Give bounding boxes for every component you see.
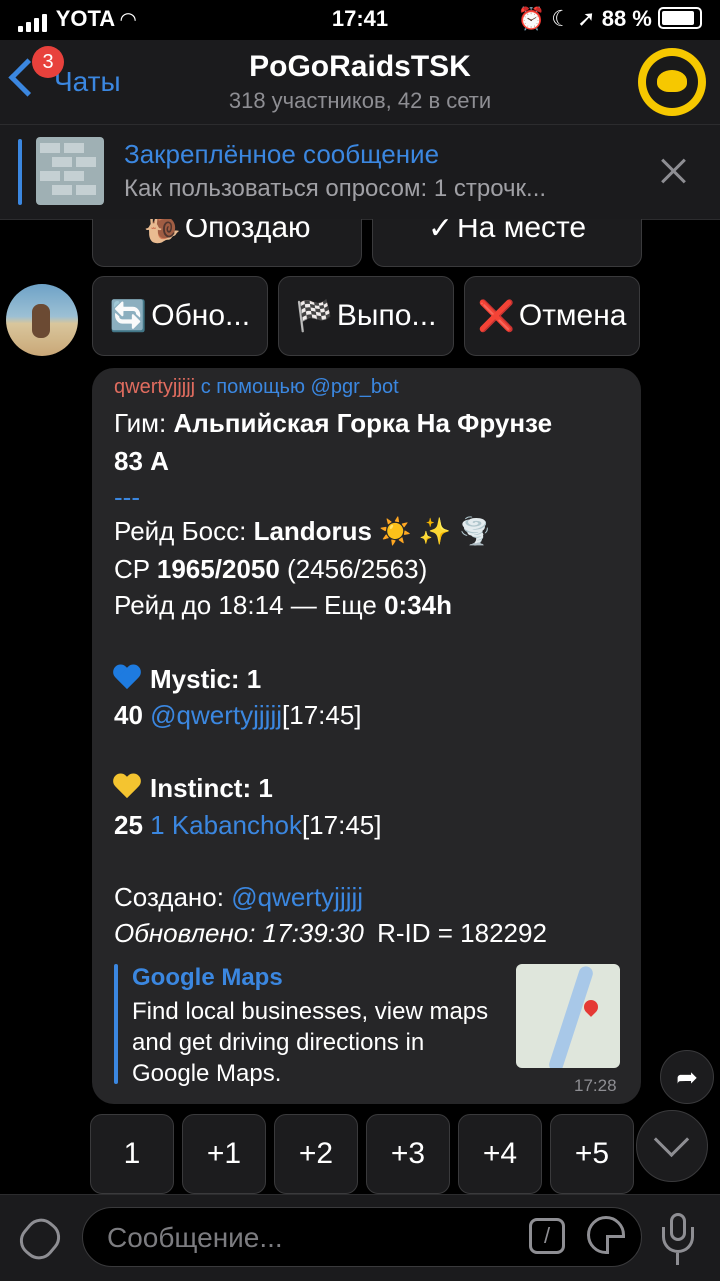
cp-value: 1965/2050 (156, 554, 280, 584)
team-instinct: Instinct: 1 (150, 773, 273, 803)
raid-left: 0:34h (384, 590, 452, 620)
arrived-button[interactable]: ✓ На месте (372, 219, 642, 267)
pinned-title: Закреплённое сообщение (124, 139, 440, 169)
yellow-heart-icon (114, 774, 140, 800)
instinct-level: 25 (114, 810, 143, 840)
avatar[interactable] (6, 284, 78, 356)
cp-line: CP 1965/2050 (2456/2563) (114, 554, 427, 585)
chat-header: Чаты 3 PoGoRaidsTSK 318 участников, 42 в… (0, 40, 720, 124)
via-text: с помощью (200, 376, 305, 398)
boss-line: Рейд Босс: Landorus ☀️ ✨ 🌪️ (114, 516, 491, 547)
mystic-time: [17:45] (282, 700, 362, 730)
scroll-down-button[interactable] (636, 1110, 708, 1182)
created-line: Создано: @qwertyjjjjj (114, 882, 363, 913)
message-sender: qwertyjjjjj с помощью @pgr_bot (114, 376, 399, 399)
close-icon[interactable] (658, 155, 690, 187)
created-label: Создано: (114, 882, 224, 912)
cp-label: CP (114, 554, 150, 584)
chat-title[interactable]: PoGoRaidsTSK (0, 50, 720, 84)
vote-button-plus4[interactable]: +4 (458, 1114, 542, 1194)
separator: --- (114, 482, 140, 512)
done-button[interactable]: 🏁 Выпо... (278, 276, 454, 356)
share-icon: ➦ (676, 1061, 698, 1092)
mystic-member: 40 @qwertyjjjjj[17:45] (114, 700, 362, 731)
boss-name: Landorus (253, 516, 373, 546)
snail-icon: 🐌 (143, 219, 181, 245)
status-right: ⏰ ☾ ➚ 88 % (518, 6, 702, 32)
cancel-label: Отмена (518, 299, 627, 332)
blue-heart-icon (114, 665, 140, 691)
battery-icon (658, 7, 702, 29)
mystic-level: 40 (114, 700, 143, 730)
weather-icon: ☀️ ✨ 🌪️ (379, 516, 491, 546)
vote-button-plus2[interactable]: +2 (274, 1114, 358, 1194)
pinned-text: Как пользоваться опросом: 1 строчк... (124, 175, 547, 202)
mystic-line: Mystic: 1 (114, 664, 261, 695)
cross-icon: ❌ (477, 299, 515, 333)
attach-icon[interactable] (13, 1212, 67, 1266)
mystic-user-link[interactable]: @qwertyjjjjj (150, 700, 282, 730)
map-thumbnail[interactable] (516, 964, 620, 1068)
updated-text: Обновлено: 17:39:30 (114, 918, 364, 948)
alarm-icon: ⏰ (517, 6, 546, 31)
arrived-label: На месте (457, 219, 587, 244)
link-preview-title[interactable]: Google Maps (132, 964, 283, 992)
instinct-user-link[interactable]: 1 Kabanchok (150, 810, 302, 840)
vote-button-plus3[interactable]: +3 (366, 1114, 450, 1194)
instinct-member: 25 1 Kabanchok[17:45] (114, 810, 381, 841)
checkered-flag-icon: 🏁 (295, 299, 333, 333)
via-bot[interactable]: @pgr_bot (311, 376, 399, 398)
sticker-icon[interactable] (587, 1216, 625, 1254)
chat-subtitle: 318 участников, 42 в сети (228, 88, 492, 113)
late-button[interactable]: 🐌 Опоздаю (92, 219, 362, 267)
pinned-message[interactable]: Закреплённое сообщение Как пользоваться … (0, 124, 720, 220)
input-bar: / (0, 1194, 720, 1281)
raid-time-line: Рейд до 18:14 — Еще 0:34h (114, 590, 452, 621)
cp-extra: (2456/2563) (287, 554, 428, 584)
late-label: Опоздаю (184, 219, 311, 244)
bot-command-icon[interactable]: / (529, 1218, 565, 1254)
microphone-icon[interactable] (662, 1213, 694, 1267)
chevron-down-icon (653, 1121, 690, 1158)
done-label: Выпо... (336, 299, 437, 332)
message-input[interactable] (105, 1218, 509, 1258)
gym-name-2: 83 А (114, 446, 169, 476)
cancel-button[interactable]: ❌ Отмена (464, 276, 640, 356)
moon-icon: ☾ (551, 6, 572, 31)
location-icon: ➚ (577, 6, 596, 31)
link-preview-description: Find local businesses, view maps and get… (132, 998, 489, 1087)
instinct-line: Instinct: 1 (114, 773, 273, 804)
gym-line: Гим: Альпийская Горка На Фрунзе (114, 408, 552, 439)
share-button[interactable]: ➦ (660, 1050, 714, 1104)
sender-name[interactable]: qwertyjjjjj (114, 376, 195, 398)
raid-id: R-ID = 182292 (377, 918, 547, 948)
keyboard-top-row: 🐌 Опоздаю ✓ На месте (0, 219, 720, 269)
refresh-label: Обно... (151, 299, 251, 332)
refresh-icon: 🔄 (109, 299, 148, 333)
refresh-button[interactable]: 🔄 Обно... (92, 276, 268, 356)
battery-percent: 88 % (601, 6, 652, 31)
check-icon: ✓ (427, 219, 454, 245)
instinct-time: [17:45] (301, 810, 382, 840)
group-avatar[interactable] (638, 48, 706, 116)
link-preview-bar (114, 964, 118, 1084)
vote-button-plus5[interactable]: +5 (550, 1114, 634, 1194)
team-mystic: Mystic: 1 (150, 664, 262, 694)
status-bar: YOTA ◠ 17:41 ⏰ ☾ ➚ 88 % (0, 0, 720, 40)
gym-label: Гим: (114, 408, 167, 438)
pinned-thumbnail (36, 137, 104, 205)
created-user-link[interactable]: @qwertyjjjjj (231, 882, 363, 912)
message-input-wrapper: / (82, 1207, 642, 1267)
updated-line: Обновлено: 17:39:30 R-ID = 182292 (114, 918, 547, 949)
message-time: 17:28 (574, 1076, 617, 1095)
vote-button-plus1[interactable]: +1 (182, 1114, 266, 1194)
gym-name: Альпийская Горка На Фрунзе (173, 408, 553, 438)
pinned-accent-bar (18, 139, 22, 205)
boss-label: Рейд Босс: (114, 516, 247, 546)
vote-button-1[interactable]: 1 (90, 1114, 174, 1194)
raid-until: Рейд до 18:14 — Еще (114, 590, 377, 620)
